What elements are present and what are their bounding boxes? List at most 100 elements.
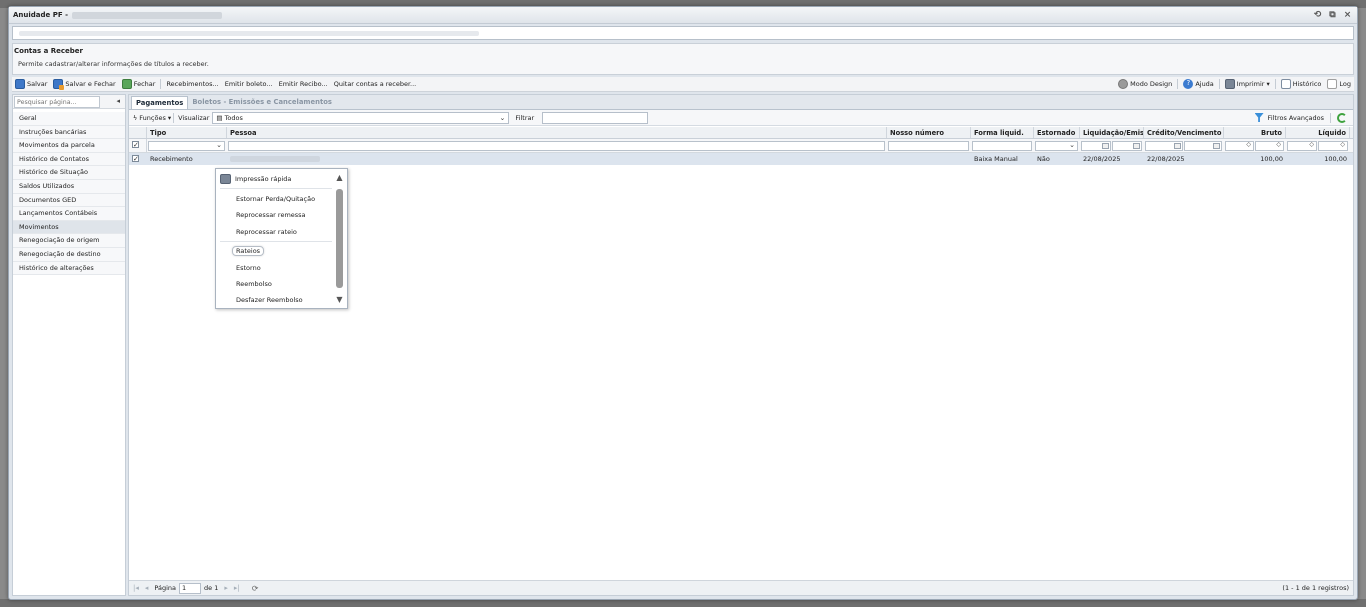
sidebar-search: ◂ [13,95,125,109]
save-close-button[interactable]: Salvar e Fechar [50,78,118,91]
page-title: Contas a Receber [14,47,84,55]
row-checkbox[interactable] [132,153,139,165]
liquido-to-filter[interactable]: ◇ [1318,141,1348,151]
estorno-item[interactable]: Estorno [236,261,261,275]
liquido-from-filter[interactable]: ◇ [1287,141,1317,151]
select-all-cell [129,127,147,138]
table-row[interactable]: Recebimento Baixa Manual Não 22/08/2025 … [129,153,1353,165]
column-header[interactable]: Nosso número [887,127,971,138]
sidebar-item[interactable]: Movimentos da parcela [13,139,125,153]
bruto-from-filter[interactable]: ◇ [1225,141,1254,151]
close-button[interactable]: Fechar [119,78,159,91]
modal-window: Anuidade PF - ⟲ ⧉ × Contas a Receber Per… [8,6,1358,600]
select-all-checkbox[interactable] [132,139,139,151]
calendar-icon[interactable] [1174,143,1181,149]
calendar-icon[interactable] [1102,143,1109,149]
credito-from-filter[interactable] [1145,141,1183,151]
column-header[interactable]: Bruto [1224,127,1286,138]
spinner-icon[interactable]: ◇ [1340,141,1345,148]
liquidacao-to-filter[interactable] [1112,141,1142,151]
help-button[interactable]: ? Ajuda [1180,78,1216,91]
column-header[interactable]: Pessoa [227,127,887,138]
quick-print-item[interactable]: Impressão rápida [220,172,291,186]
column-header[interactable]: Estornado [1034,127,1080,138]
save-icon [15,79,25,89]
calendar-icon[interactable] [1213,143,1220,149]
settle-button[interactable]: Quitar contas a receber... [331,78,420,91]
cell-estornado: Não [1037,155,1050,163]
menu-scrollbar[interactable]: ▲ ▼ [335,172,344,305]
column-header[interactable]: Liquidação/Emis [1080,127,1144,138]
refresh-icon[interactable]: ⟳ [252,584,259,593]
sidebar-item[interactable]: Saldos Utilizados [13,179,125,194]
printer-icon [1224,79,1235,89]
column-header[interactable]: Tipo [147,127,227,138]
pessoa-filter[interactable] [228,141,885,151]
rateios-item[interactable]: Rateios [232,244,265,258]
design-mode-button[interactable]: Modo Design [1115,78,1175,91]
page-number-input[interactable]: 1 [179,582,202,594]
next-page-icon[interactable]: ▸ [224,584,228,592]
spinner-icon[interactable]: ◇ [1246,141,1251,148]
spinner-icon[interactable]: ◇ [1309,141,1314,148]
reverse-loss-item[interactable]: Estornar Perda/Quitação [236,192,315,206]
search-input[interactable] [14,96,100,108]
bruto-to-filter[interactable]: ◇ [1255,141,1284,151]
nosso-numero-filter[interactable] [888,141,969,151]
save-button[interactable]: Salvar [12,78,50,91]
estornado-filter[interactable]: ⌄ [1035,141,1078,151]
emit-boleto-button[interactable]: Emitir boleto... [222,78,276,91]
last-page-icon[interactable]: ▸| [234,584,240,592]
functions-button[interactable]: ϟ Funções ▾ [133,114,171,122]
toolbar-divider [1218,79,1220,89]
undo-reembolso-item[interactable]: Desfazer Reembolso [236,293,303,307]
close-doc-icon [121,79,132,89]
log-button[interactable]: Log [1324,78,1354,91]
scroll-up-icon[interactable]: ▲ [335,174,344,182]
history-button[interactable]: Histórico [1278,78,1325,91]
calendar-icon[interactable] [1133,143,1140,149]
sidebar-item[interactable]: Histórico de Situação [13,166,125,180]
column-header[interactable]: Forma liquid. [971,127,1034,138]
refresh-icon[interactable] [1337,112,1347,123]
filter-input[interactable] [542,111,649,124]
reembolso-item[interactable]: Reembolso [236,277,272,291]
page-description: Permite cadastrar/alterar informações de… [18,60,209,68]
first-page-icon[interactable]: |◂ [133,584,139,592]
sidebar-item[interactable]: Geral [13,112,125,126]
sidebar-item[interactable]: Renegociação de origem [13,234,125,248]
reprocess-remessa-item[interactable]: Reprocessar remessa [236,208,306,222]
redacted-person [230,156,320,162]
sidebar-item[interactable]: Documentos GED [13,193,125,208]
tab-1[interactable]: Boletos - Emissões e Cancelamentos [188,96,336,109]
forma-filter[interactable] [972,141,1032,151]
sidebar-item[interactable]: Histórico de alterações [13,261,125,276]
credito-to-filter[interactable] [1184,141,1222,151]
close-icon[interactable]: × [1343,10,1352,20]
spinner-icon[interactable]: ◇ [1276,141,1281,148]
reprocess-rateio-item[interactable]: Reprocessar rateio [236,225,297,239]
print-button[interactable]: Imprimir ▾ [1222,78,1273,91]
list-icon: ▤ [216,113,223,122]
view-select[interactable]: ▤ Todos ⌄ [212,111,510,124]
address-bar[interactable] [12,26,1354,40]
sidebar-item[interactable]: Lançamentos Contábeis [13,207,125,221]
receipts-button[interactable]: Recebimentos... [163,78,221,91]
prev-page-icon[interactable]: ◂ [145,584,149,592]
sidebar-item[interactable]: Instruções bancárias [13,125,125,140]
popout-icon[interactable]: ⧉ [1328,10,1337,20]
liquidacao-from-filter[interactable] [1081,141,1111,151]
advanced-filters-button[interactable]: Filtros Avançados [1268,114,1324,122]
sidebar-item[interactable]: Renegociação de destino [13,247,125,262]
sidebar-item[interactable]: Histórico de Contatos [13,152,125,167]
column-header[interactable]: Crédito/Vencimento [1144,127,1224,138]
scroll-thumb[interactable] [336,189,343,288]
collapse-icon[interactable]: ◂ [116,97,120,105]
scroll-down-icon[interactable]: ▼ [335,296,344,304]
refresh-icon[interactable]: ⟲ [1313,10,1322,20]
sidebar-item[interactable]: Movimentos [13,220,125,235]
tab-0[interactable]: Pagamentos [131,96,189,109]
tipo-filter[interactable]: ⌄ [148,141,225,151]
column-header[interactable]: Líquido [1286,127,1350,138]
emit-recibo-button[interactable]: Emitir Recibo... [276,78,331,91]
